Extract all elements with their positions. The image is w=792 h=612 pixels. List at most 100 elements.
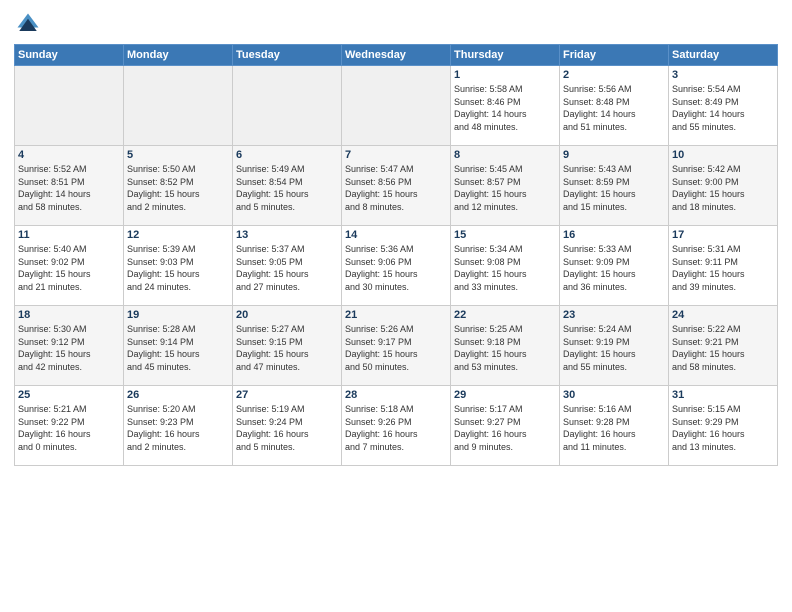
day-info: Sunrise: 5:39 AM Sunset: 9:03 PM Dayligh…	[127, 243, 229, 293]
day-number: 12	[127, 229, 229, 241]
calendar-cell: 3 Sunrise: 5:54 AM Sunset: 8:49 PM Daylig…	[669, 66, 778, 146]
day-info: Sunrise: 5:58 AM Sunset: 8:46 PM Dayligh…	[454, 83, 556, 133]
calendar-body: 1Sunrise: 5:58 AM Sunset: 8:46 PM Daylig…	[15, 66, 778, 466]
calendar-cell: 1Sunrise: 5:58 AM Sunset: 8:46 PM Daylig…	[451, 66, 560, 146]
day-info: Sunrise: 5:56 AM Sunset: 8:48 PM Dayligh…	[563, 83, 665, 133]
calendar-cell	[15, 66, 124, 146]
day-number: 26	[127, 389, 229, 401]
day-number: 15	[454, 229, 556, 241]
calendar-cell: 5 Sunrise: 5:50 AM Sunset: 8:52 PM Daylig…	[124, 146, 233, 226]
day-info: Sunrise: 5:40 AM Sunset: 9:02 PM Dayligh…	[18, 243, 120, 293]
day-info: Sunrise: 5:45 AM Sunset: 8:57 PM Dayligh…	[454, 163, 556, 213]
day-info: Sunrise: 5:42 AM Sunset: 9:00 PM Dayligh…	[672, 163, 774, 213]
day-info: Sunrise: 5:54 AM Sunset: 8:49 PM Dayligh…	[672, 83, 774, 133]
day-info: Sunrise: 5:15 AM Sunset: 9:29 PM Dayligh…	[672, 403, 774, 453]
day-number: 10	[672, 149, 774, 161]
day-number: 5	[127, 149, 229, 161]
day-info: Sunrise: 5:37 AM Sunset: 9:05 PM Dayligh…	[236, 243, 338, 293]
calendar-cell: 17Sunrise: 5:31 AM Sunset: 9:11 PM Dayli…	[669, 226, 778, 306]
day-number: 21	[345, 309, 447, 321]
week-row-2: 4 Sunrise: 5:52 AM Sunset: 8:51 PM Daylig…	[15, 146, 778, 226]
day-number: 17	[672, 229, 774, 241]
day-number: 27	[236, 389, 338, 401]
day-number: 19	[127, 309, 229, 321]
day-number: 3	[672, 69, 774, 81]
calendar-cell: 9Sunrise: 5:43 AM Sunset: 8:59 PM Daylig…	[560, 146, 669, 226]
calendar-cell: 8 Sunrise: 5:45 AM Sunset: 8:57 PM Daylig…	[451, 146, 560, 226]
calendar-cell: 24 Sunrise: 5:22 AM Sunset: 9:21 PM Dayli…	[669, 306, 778, 386]
day-info: Sunrise: 5:33 AM Sunset: 9:09 PM Dayligh…	[563, 243, 665, 293]
weekday-header-thursday: Thursday	[451, 45, 560, 66]
day-info: Sunrise: 5:17 AM Sunset: 9:27 PM Dayligh…	[454, 403, 556, 453]
day-info: Sunrise: 5:16 AM Sunset: 9:28 PM Dayligh…	[563, 403, 665, 453]
week-row-4: 18Sunrise: 5:30 AM Sunset: 9:12 PM Dayli…	[15, 306, 778, 386]
calendar-cell: 31 Sunrise: 5:15 AM Sunset: 9:29 PM Dayli…	[669, 386, 778, 466]
calendar-cell: 2 Sunrise: 5:56 AM Sunset: 8:48 PM Daylig…	[560, 66, 669, 146]
day-number: 16	[563, 229, 665, 241]
day-number: 30	[563, 389, 665, 401]
day-number: 23	[563, 309, 665, 321]
page: SundayMondayTuesdayWednesdayThursdayFrid…	[0, 0, 792, 612]
weekday-header-wednesday: Wednesday	[342, 45, 451, 66]
weekday-header-monday: Monday	[124, 45, 233, 66]
day-number: 22	[454, 309, 556, 321]
day-number: 29	[454, 389, 556, 401]
calendar-cell: 6 Sunrise: 5:49 AM Sunset: 8:54 PM Daylig…	[233, 146, 342, 226]
calendar-cell: 27 Sunrise: 5:19 AM Sunset: 9:24 PM Dayli…	[233, 386, 342, 466]
day-number: 9	[563, 149, 665, 161]
calendar-cell: 23 Sunrise: 5:24 AM Sunset: 9:19 PM Dayli…	[560, 306, 669, 386]
day-number: 20	[236, 309, 338, 321]
day-info: Sunrise: 5:49 AM Sunset: 8:54 PM Dayligh…	[236, 163, 338, 213]
day-number: 24	[672, 309, 774, 321]
calendar-table: SundayMondayTuesdayWednesdayThursdayFrid…	[14, 44, 778, 466]
day-info: Sunrise: 5:47 AM Sunset: 8:56 PM Dayligh…	[345, 163, 447, 213]
day-number: 6	[236, 149, 338, 161]
day-number: 13	[236, 229, 338, 241]
weekday-header-sunday: Sunday	[15, 45, 124, 66]
calendar-cell: 29 Sunrise: 5:17 AM Sunset: 9:27 PM Dayli…	[451, 386, 560, 466]
calendar-cell: 16 Sunrise: 5:33 AM Sunset: 9:09 PM Dayli…	[560, 226, 669, 306]
calendar-cell: 20Sunrise: 5:27 AM Sunset: 9:15 PM Dayli…	[233, 306, 342, 386]
weekday-header-saturday: Saturday	[669, 45, 778, 66]
calendar-cell: 30 Sunrise: 5:16 AM Sunset: 9:28 PM Dayli…	[560, 386, 669, 466]
day-info: Sunrise: 5:26 AM Sunset: 9:17 PM Dayligh…	[345, 323, 447, 373]
day-info: Sunrise: 5:24 AM Sunset: 9:19 PM Dayligh…	[563, 323, 665, 373]
day-info: Sunrise: 5:19 AM Sunset: 9:24 PM Dayligh…	[236, 403, 338, 453]
day-number: 8	[454, 149, 556, 161]
calendar-cell: 11 Sunrise: 5:40 AM Sunset: 9:02 PM Dayli…	[15, 226, 124, 306]
calendar-cell: 28Sunrise: 5:18 AM Sunset: 9:26 PM Dayli…	[342, 386, 451, 466]
logo-icon	[14, 10, 42, 38]
day-number: 14	[345, 229, 447, 241]
weekday-header-tuesday: Tuesday	[233, 45, 342, 66]
day-info: Sunrise: 5:25 AM Sunset: 9:18 PM Dayligh…	[454, 323, 556, 373]
header	[14, 10, 778, 38]
calendar-cell: 13 Sunrise: 5:37 AM Sunset: 9:05 PM Dayli…	[233, 226, 342, 306]
calendar-cell: 25 Sunrise: 5:21 AM Sunset: 9:22 PM Dayli…	[15, 386, 124, 466]
calendar-cell: 21 Sunrise: 5:26 AM Sunset: 9:17 PM Dayli…	[342, 306, 451, 386]
day-number: 28	[345, 389, 447, 401]
day-number: 7	[345, 149, 447, 161]
day-info: Sunrise: 5:20 AM Sunset: 9:23 PM Dayligh…	[127, 403, 229, 453]
day-info: Sunrise: 5:28 AM Sunset: 9:14 PM Dayligh…	[127, 323, 229, 373]
week-row-5: 25 Sunrise: 5:21 AM Sunset: 9:22 PM Dayli…	[15, 386, 778, 466]
calendar-cell: 7 Sunrise: 5:47 AM Sunset: 8:56 PM Daylig…	[342, 146, 451, 226]
day-info: Sunrise: 5:22 AM Sunset: 9:21 PM Dayligh…	[672, 323, 774, 373]
calendar-cell: 26 Sunrise: 5:20 AM Sunset: 9:23 PM Dayli…	[124, 386, 233, 466]
day-number: 2	[563, 69, 665, 81]
day-info: Sunrise: 5:50 AM Sunset: 8:52 PM Dayligh…	[127, 163, 229, 213]
calendar-cell: 4 Sunrise: 5:52 AM Sunset: 8:51 PM Daylig…	[15, 146, 124, 226]
calendar-cell	[233, 66, 342, 146]
day-number: 11	[18, 229, 120, 241]
calendar-cell	[342, 66, 451, 146]
calendar-cell: 18Sunrise: 5:30 AM Sunset: 9:12 PM Dayli…	[15, 306, 124, 386]
day-number: 31	[672, 389, 774, 401]
weekday-row: SundayMondayTuesdayWednesdayThursdayFrid…	[15, 45, 778, 66]
logo	[14, 10, 46, 38]
calendar-cell: 19 Sunrise: 5:28 AM Sunset: 9:14 PM Dayli…	[124, 306, 233, 386]
week-row-3: 11 Sunrise: 5:40 AM Sunset: 9:02 PM Dayli…	[15, 226, 778, 306]
calendar-header: SundayMondayTuesdayWednesdayThursdayFrid…	[15, 45, 778, 66]
day-info: Sunrise: 5:21 AM Sunset: 9:22 PM Dayligh…	[18, 403, 120, 453]
day-number: 25	[18, 389, 120, 401]
day-info: Sunrise: 5:52 AM Sunset: 8:51 PM Dayligh…	[18, 163, 120, 213]
day-number: 4	[18, 149, 120, 161]
